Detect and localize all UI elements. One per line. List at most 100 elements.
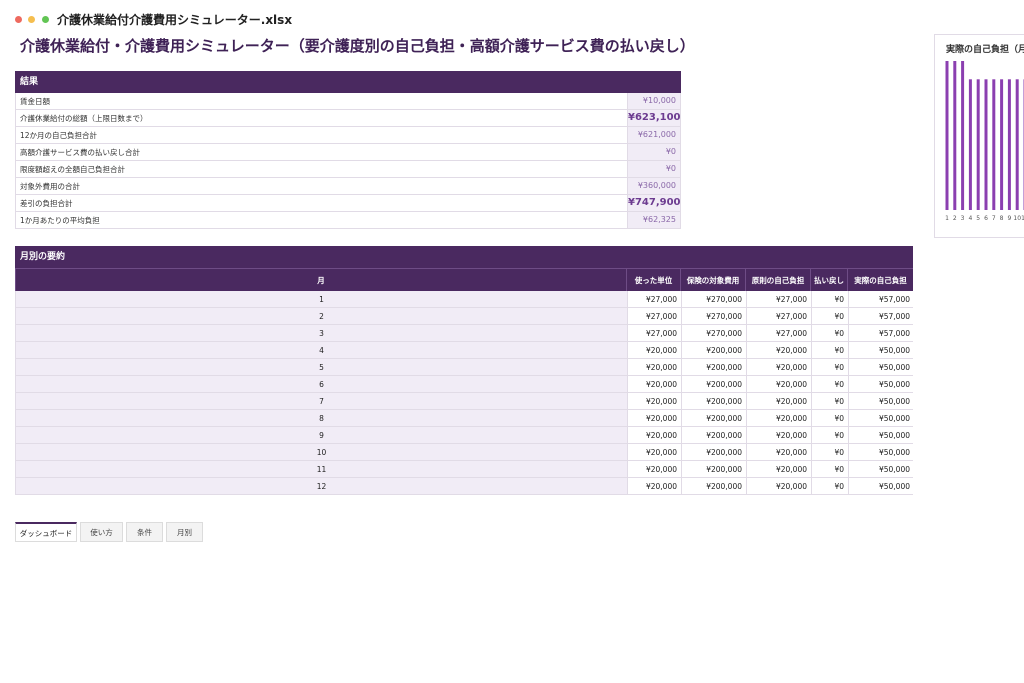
units-used-cell[interactable]: ¥27,000 [627, 325, 681, 341]
chart-bar[interactable] [968, 79, 972, 210]
units-used-cell[interactable]: ¥20,000 [627, 444, 681, 460]
refund-cell[interactable]: ¥0 [811, 461, 848, 477]
result-value[interactable]: ¥0 [627, 161, 680, 177]
refund-cell[interactable]: ¥0 [811, 478, 848, 494]
covered-cost-cell[interactable]: ¥200,000 [681, 342, 746, 358]
refund-cell[interactable]: ¥0 [811, 359, 848, 375]
result-value[interactable]: ¥0 [627, 144, 680, 160]
month-cell[interactable]: 11 [16, 461, 627, 478]
actual-copay-cell[interactable]: ¥50,000 [848, 461, 914, 477]
units-used-cell[interactable]: ¥20,000 [627, 410, 681, 426]
month-cell[interactable]: 6 [16, 376, 627, 393]
month-cell[interactable]: 5 [16, 359, 627, 376]
standard-copay-cell[interactable]: ¥20,000 [746, 478, 811, 494]
month-cell[interactable]: 3 [16, 325, 627, 342]
refund-cell[interactable]: ¥0 [811, 291, 848, 307]
chart-bar[interactable] [953, 61, 957, 210]
month-cell[interactable]: 8 [16, 410, 627, 427]
actual-copay-cell[interactable]: ¥50,000 [848, 444, 914, 460]
covered-cost-cell[interactable]: ¥270,000 [681, 325, 746, 341]
chart-bar[interactable] [1000, 79, 1004, 210]
zoom-window-button[interactable] [42, 16, 49, 23]
units-used-cell[interactable]: ¥20,000 [627, 342, 681, 358]
covered-cost-cell[interactable]: ¥200,000 [681, 427, 746, 443]
column-header-actual-copay[interactable]: 実際の自己負担 [847, 269, 913, 292]
result-value[interactable]: ¥623,100 [627, 110, 681, 126]
units-used-cell[interactable]: ¥20,000 [627, 393, 681, 409]
chart-bar[interactable] [945, 61, 949, 210]
standard-copay-cell[interactable]: ¥20,000 [746, 342, 811, 358]
actual-copay-cell[interactable]: ¥50,000 [848, 478, 914, 494]
actual-copay-cell[interactable]: ¥57,000 [848, 308, 914, 324]
standard-copay-cell[interactable]: ¥20,000 [746, 410, 811, 426]
covered-cost-cell[interactable]: ¥270,000 [681, 308, 746, 324]
monthly-copay-chart[interactable]: 実際の自己負担（月 123456789101112 [934, 34, 1024, 238]
covered-cost-cell[interactable]: ¥270,000 [681, 291, 746, 307]
covered-cost-cell[interactable]: ¥200,000 [681, 393, 746, 409]
month-cell[interactable]: 4 [16, 342, 627, 359]
covered-cost-cell[interactable]: ¥200,000 [681, 478, 746, 494]
column-header-units-used[interactable]: 使った単位 [626, 269, 680, 292]
chart-bar[interactable] [1015, 79, 1019, 210]
refund-cell[interactable]: ¥0 [811, 410, 848, 426]
month-cell[interactable]: 7 [16, 393, 627, 410]
refund-cell[interactable]: ¥0 [811, 342, 848, 358]
standard-copay-cell[interactable]: ¥20,000 [746, 444, 811, 460]
actual-copay-cell[interactable]: ¥50,000 [848, 376, 914, 392]
month-cell[interactable]: 12 [16, 478, 627, 495]
units-used-cell[interactable]: ¥27,000 [627, 308, 681, 324]
result-value[interactable]: ¥10,000 [627, 93, 680, 109]
sheet-tab-dashboard[interactable]: ダッシュボード [15, 522, 77, 542]
chart-bar[interactable] [976, 79, 980, 210]
covered-cost-cell[interactable]: ¥200,000 [681, 376, 746, 392]
actual-copay-cell[interactable]: ¥57,000 [848, 291, 914, 307]
result-value[interactable]: ¥62,325 [627, 212, 680, 228]
minimize-window-button[interactable] [28, 16, 35, 23]
sheet-tab-conditions[interactable]: 条件 [126, 522, 163, 542]
refund-cell[interactable]: ¥0 [811, 393, 848, 409]
column-header-standard-copay[interactable]: 原則の自己負担 [745, 269, 810, 292]
sheet-tab-monthly[interactable]: 月別 [166, 522, 203, 542]
refund-cell[interactable]: ¥0 [811, 444, 848, 460]
refund-cell[interactable]: ¥0 [811, 427, 848, 443]
units-used-cell[interactable]: ¥20,000 [627, 359, 681, 375]
actual-copay-cell[interactable]: ¥50,000 [848, 427, 914, 443]
standard-copay-cell[interactable]: ¥20,000 [746, 376, 811, 392]
covered-cost-cell[interactable]: ¥200,000 [681, 410, 746, 426]
result-value[interactable]: ¥747,900 [627, 195, 681, 211]
standard-copay-cell[interactable]: ¥20,000 [746, 427, 811, 443]
units-used-cell[interactable]: ¥20,000 [627, 461, 681, 477]
standard-copay-cell[interactable]: ¥20,000 [746, 393, 811, 409]
chart-bar[interactable] [961, 61, 965, 210]
units-used-cell[interactable]: ¥27,000 [627, 291, 681, 307]
actual-copay-cell[interactable]: ¥50,000 [848, 342, 914, 358]
column-header-refund[interactable]: 払い戻し [810, 269, 847, 292]
actual-copay-cell[interactable]: ¥50,000 [848, 359, 914, 375]
actual-copay-cell[interactable]: ¥57,000 [848, 325, 914, 341]
units-used-cell[interactable]: ¥20,000 [627, 478, 681, 494]
standard-copay-cell[interactable]: ¥27,000 [746, 308, 811, 324]
standard-copay-cell[interactable]: ¥27,000 [746, 291, 811, 307]
covered-cost-cell[interactable]: ¥200,000 [681, 359, 746, 375]
chart-bar[interactable] [984, 79, 988, 210]
chart-bar[interactable] [992, 79, 996, 210]
chart-bar[interactable] [1007, 79, 1011, 210]
close-window-button[interactable] [15, 16, 22, 23]
refund-cell[interactable]: ¥0 [811, 376, 848, 392]
month-cell[interactable]: 1 [16, 291, 627, 308]
refund-cell[interactable]: ¥0 [811, 325, 848, 341]
column-header-covered-cost[interactable]: 保険の対象費用 [680, 269, 745, 292]
sheet-tab-how-to-use[interactable]: 使い方 [80, 522, 123, 542]
month-cell[interactable]: 2 [16, 308, 627, 325]
month-cell[interactable]: 9 [16, 427, 627, 444]
standard-copay-cell[interactable]: ¥27,000 [746, 325, 811, 341]
month-cell[interactable]: 10 [16, 444, 627, 461]
refund-cell[interactable]: ¥0 [811, 308, 848, 324]
actual-copay-cell[interactable]: ¥50,000 [848, 393, 914, 409]
actual-copay-cell[interactable]: ¥50,000 [848, 410, 914, 426]
covered-cost-cell[interactable]: ¥200,000 [681, 444, 746, 460]
units-used-cell[interactable]: ¥20,000 [627, 376, 681, 392]
result-value[interactable]: ¥360,000 [627, 178, 680, 194]
covered-cost-cell[interactable]: ¥200,000 [681, 461, 746, 477]
units-used-cell[interactable]: ¥20,000 [627, 427, 681, 443]
